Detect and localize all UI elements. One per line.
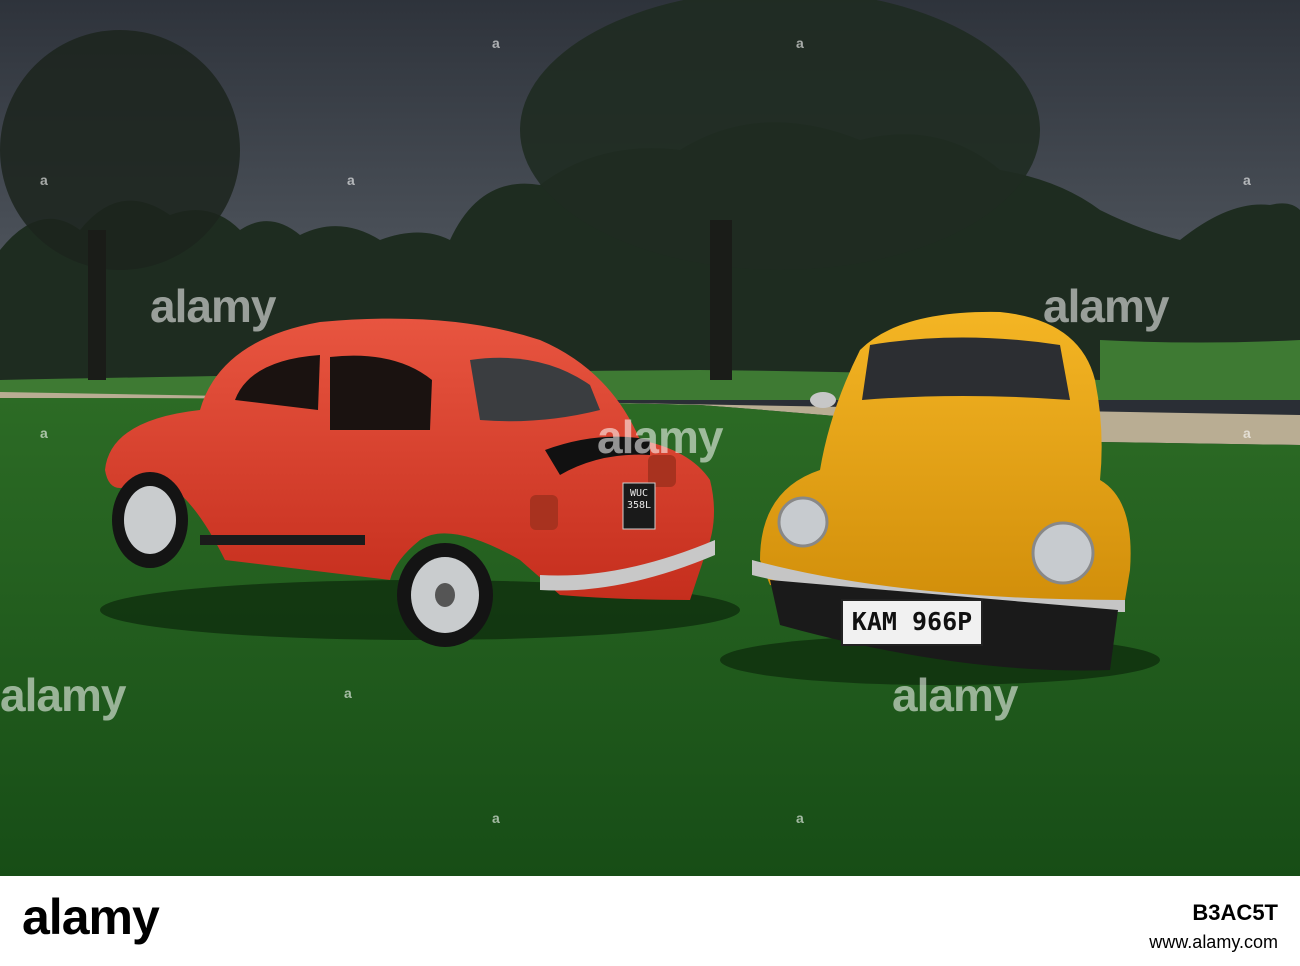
watermark-dot-9: a	[492, 810, 500, 826]
watermark-4: alamy	[0, 669, 126, 721]
tree-left	[0, 30, 240, 270]
tree-trunk-left	[88, 230, 106, 380]
watermark-2: alamy	[1043, 280, 1169, 332]
watermark-dot-3: a	[492, 35, 500, 51]
yellow-car-plate-text: KAM 966P	[851, 607, 973, 636]
watermark-dot-7: a	[1243, 425, 1251, 441]
image-id: B3AC5T	[1192, 900, 1278, 925]
red-car-plate-text: WUC 358L	[626, 488, 652, 511]
footer-bar: alamy B3AC5T www.alamy.com	[0, 876, 1300, 966]
tree-trunk-center	[710, 220, 732, 380]
watermark-1: alamy	[150, 280, 276, 332]
watermark-dot-6: a	[40, 425, 48, 441]
site-url: www.alamy.com	[1149, 932, 1278, 952]
watermark-dot-5: a	[1243, 172, 1251, 188]
watermark-3: alamy	[597, 411, 723, 463]
watermark-dot-8: a	[344, 685, 352, 701]
watermark-dot-2: a	[347, 172, 355, 188]
watermark-dot-4: a	[796, 35, 804, 51]
watermark-5: alamy	[892, 669, 1018, 721]
watermark-dot-1: a	[40, 172, 48, 188]
footer-logo: alamy	[22, 889, 160, 945]
watermark-dot-10: a	[796, 810, 804, 826]
photograph: WUC 358L KAM 966P alamy alamy alamy alam…	[0, 0, 1300, 876]
tree-center	[520, 0, 1040, 270]
